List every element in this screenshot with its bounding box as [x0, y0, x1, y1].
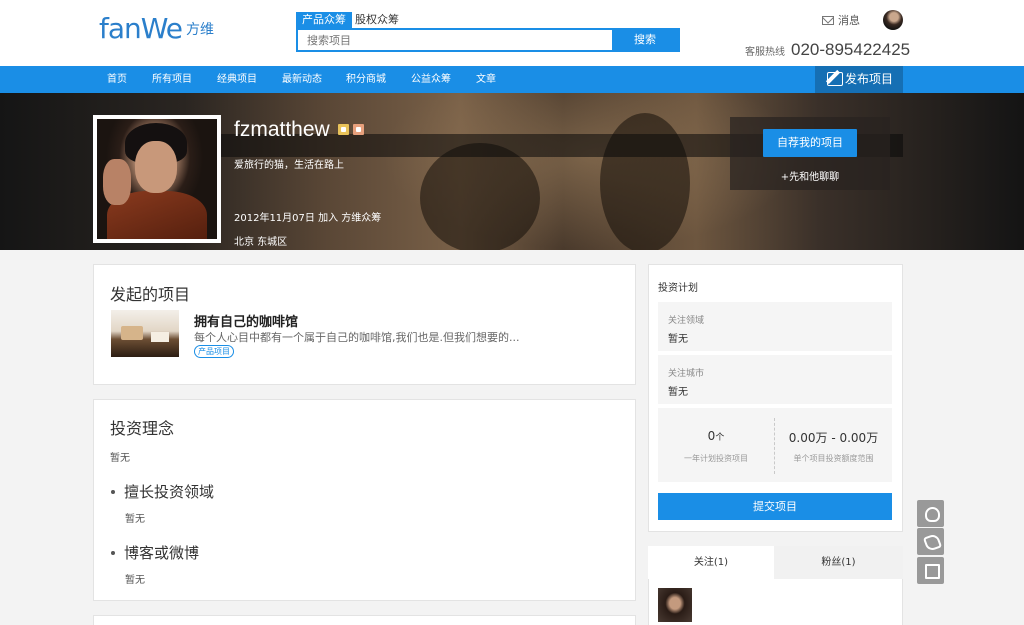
submit-project-button[interactable]: 提交项目 [658, 493, 892, 520]
tab-following[interactable]: 关注(1) [648, 546, 774, 579]
blog-value: 暂无 [125, 575, 145, 586]
tab-product-crowdfunding[interactable]: 产品众筹 [296, 12, 352, 28]
main-nav: 首页 所有项目 经典项目 最新动态 积分商城 公益众筹 文章 发布项目 [0, 66, 1024, 93]
tab-equity-crowdfunding[interactable]: 股权众筹 [349, 12, 405, 28]
recommend-project-button[interactable]: 自荐我的项目 [763, 129, 857, 157]
project-count-caption: 一年计划投资项目 [684, 454, 748, 463]
project-description: 每个人心目中都有一个属于自己的咖啡馆,我们也是.但我们想要的... [194, 331, 520, 344]
user-avatar[interactable] [883, 10, 903, 30]
hotline-number: 020-895422425 [791, 40, 911, 59]
blog-title: 博客或微博 [124, 544, 200, 562]
username: fzmatthew [234, 118, 330, 141]
project-count-unit: 个 [715, 433, 725, 443]
join-date: 2012年11月07日 加入 方维众筹 [234, 213, 382, 224]
focus-field-value: 暂无 [668, 334, 688, 345]
search-button[interactable]: 搜索 [612, 30, 678, 50]
nav-item-articles[interactable]: 文章 [476, 66, 496, 93]
user-location: 北京 东城区 [234, 237, 288, 248]
tab-fans[interactable]: 粉丝(1) [774, 546, 903, 579]
hotline-label: 客服热线 [745, 47, 785, 58]
messages-link[interactable]: 消息 [822, 12, 860, 28]
focus-city-row: 关注城市 暂无 [658, 355, 892, 404]
messages-label: 消息 [838, 14, 860, 27]
field-title: 擅长投资领域 [124, 483, 215, 501]
project-count: 0个 [658, 429, 774, 443]
investor-badge-icon [353, 124, 364, 135]
focus-field-row: 关注领域 暂无 [658, 302, 892, 351]
amount-range: 0.00万 - 0.00万 [788, 431, 879, 445]
nav-item-points-mall[interactable]: 积分商城 [346, 66, 386, 93]
user-bio: 爱旅行的猫，生活在路上 [234, 160, 344, 171]
nav-item-all-projects[interactable]: 所有项目 [152, 66, 192, 93]
focus-city-value: 暂无 [668, 387, 688, 398]
bullet-icon [111, 551, 115, 555]
nav-item-news[interactable]: 最新动态 [282, 66, 322, 93]
search-input[interactable] [298, 30, 614, 50]
banner-shadow [420, 143, 540, 250]
bullet-icon [111, 490, 115, 494]
field-value: 暂无 [125, 514, 145, 525]
logo-text: fanWe [99, 12, 183, 45]
search-box: 搜索 [296, 28, 680, 52]
mail-icon [822, 16, 834, 25]
focus-city-label: 关注城市 [668, 369, 705, 379]
avatar-photo [97, 119, 217, 239]
nav-item-home[interactable]: 首页 [107, 66, 127, 93]
following-avatar[interactable] [658, 588, 692, 622]
publish-icon [827, 72, 843, 86]
logo-cn-text: 方维 [186, 22, 215, 38]
nav-item-classic-projects[interactable]: 经典项目 [217, 66, 257, 93]
philosophy-value: 暂无 [110, 453, 130, 464]
profile-avatar [93, 115, 221, 243]
publish-label: 发布项目 [844, 72, 893, 86]
project-thumbnail[interactable] [111, 310, 179, 357]
hotline: 客服热线 020-895422425 [745, 40, 910, 60]
phone-icon[interactable] [917, 528, 944, 555]
plan-title: 投资计划 [658, 283, 698, 294]
header: fanWe方维 产品众筹 股权众筹 搜索 消息 客服热线 020-89542242… [0, 0, 1024, 66]
philosophy-title: 投资理念 [110, 419, 175, 438]
project-tag: 产品项目 [194, 345, 234, 358]
qq-icon[interactable] [917, 500, 944, 527]
amount-range-caption: 单个项目投资额度范围 [793, 454, 874, 463]
next-card [93, 615, 636, 625]
focus-field-label: 关注领域 [668, 316, 705, 326]
recommend-panel: 自荐我的项目 +先和他聊聊 [730, 117, 890, 190]
avatar-face [135, 141, 177, 193]
edit-icon[interactable] [917, 557, 944, 584]
avatar-hand [103, 159, 131, 205]
chat-link[interactable]: +先和他聊聊 [730, 168, 890, 183]
stats-divider [774, 418, 775, 474]
publish-project-button[interactable]: 发布项目 [815, 66, 903, 93]
logo[interactable]: fanWe 方维 [99, 12, 214, 45]
verified-badge-icon [338, 124, 349, 135]
project-name[interactable]: 拥有自己的咖啡馆 [194, 311, 298, 330]
nav-item-charity[interactable]: 公益众筹 [411, 66, 451, 93]
projects-title: 发起的项目 [110, 285, 191, 304]
